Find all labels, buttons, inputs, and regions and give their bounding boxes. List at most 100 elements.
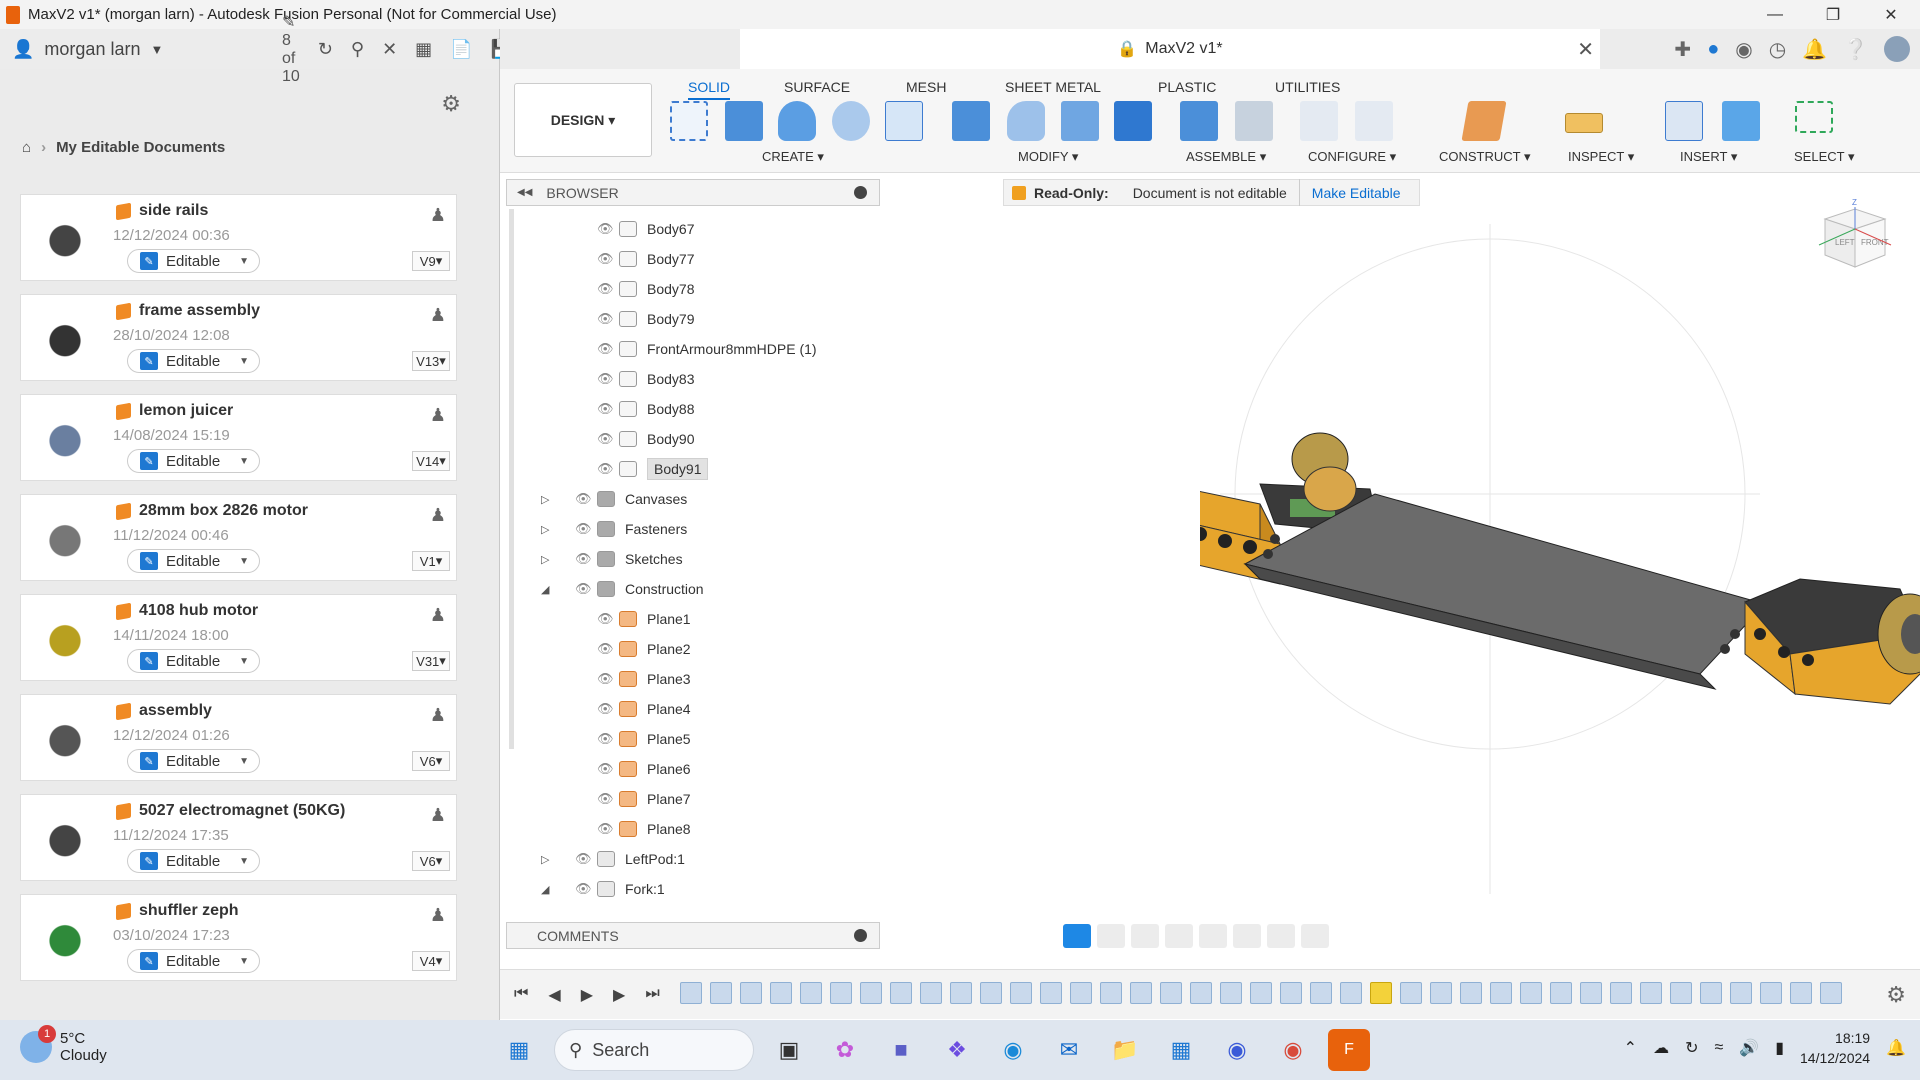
windows-start-icon[interactable]: ▦ bbox=[498, 1029, 540, 1071]
tab-solid[interactable]: SOLID bbox=[688, 79, 731, 100]
viewports-icon[interactable] bbox=[1301, 924, 1329, 948]
browser-scrollbar[interactable] bbox=[509, 209, 514, 749]
timeline-feature[interactable] bbox=[1730, 982, 1752, 1004]
document-thumbnail[interactable] bbox=[25, 305, 105, 370]
tab-utilities[interactable]: UTILITIES bbox=[1275, 79, 1340, 95]
person-icon[interactable]: ♟ bbox=[430, 805, 446, 826]
timeline-feature[interactable] bbox=[1340, 982, 1362, 1004]
orbit-icon[interactable] bbox=[1063, 924, 1091, 948]
parameters-icon[interactable] bbox=[1300, 101, 1338, 141]
editable-dropdown[interactable]: ✎ Editable ▼ bbox=[127, 349, 260, 373]
timeline-feature[interactable] bbox=[1670, 982, 1692, 1004]
close-window-button[interactable]: ✕ bbox=[1862, 0, 1920, 29]
search-icon[interactable]: ⚲ bbox=[351, 39, 364, 60]
timeline-feature[interactable] bbox=[1250, 982, 1272, 1004]
document-thumbnail[interactable] bbox=[25, 405, 105, 470]
visibility-eye-icon[interactable]: 👁 bbox=[575, 881, 597, 897]
timeline-feature[interactable] bbox=[1070, 982, 1092, 1004]
home-icon[interactable]: ⌂ bbox=[22, 139, 31, 156]
browser-folder-item[interactable]: ▷ 👁 Fasteners bbox=[541, 517, 687, 541]
browser-plane-item[interactable]: 👁 Plane1 bbox=[597, 607, 691, 631]
visibility-eye-icon[interactable]: 👁 bbox=[597, 221, 619, 237]
sync-icon[interactable]: ↻ bbox=[1685, 1038, 1698, 1058]
visibility-eye-icon[interactable]: 👁 bbox=[575, 491, 597, 507]
visibility-eye-icon[interactable]: 👁 bbox=[597, 371, 619, 387]
weather-widget[interactable]: 1 5°C Cloudy bbox=[20, 1025, 107, 1064]
version-dropdown[interactable]: V31 ▾ bbox=[412, 651, 450, 671]
visibility-eye-icon[interactable]: 👁 bbox=[597, 641, 619, 657]
minimize-browser-icon[interactable] bbox=[854, 186, 867, 199]
tab-mesh[interactable]: MESH bbox=[906, 79, 946, 95]
visibility-eye-icon[interactable]: 👁 bbox=[575, 851, 597, 867]
browser-component-item[interactable]: ▷ 👁 LeftPod:1 bbox=[541, 847, 685, 871]
user-menu[interactable]: 👤 morgan larn ▼ bbox=[12, 39, 163, 60]
browser-body-item[interactable]: 👁 FrontArmour8mmHDPE (1) bbox=[597, 337, 817, 361]
timeline-feature[interactable] bbox=[1010, 982, 1032, 1004]
visibility-eye-icon[interactable]: 👁 bbox=[597, 761, 619, 777]
go-to-end-icon[interactable]: ⏭ bbox=[645, 985, 659, 1005]
pattern-icon[interactable] bbox=[885, 101, 923, 141]
task-view-icon[interactable]: ▣ bbox=[768, 1029, 810, 1071]
version-dropdown[interactable]: V9 ▾ bbox=[412, 251, 450, 271]
timeline-feature[interactable] bbox=[1160, 982, 1182, 1004]
joint-icon[interactable] bbox=[1235, 101, 1273, 141]
timeline-feature[interactable] bbox=[1820, 982, 1842, 1004]
version-dropdown[interactable]: V1 ▾ bbox=[412, 551, 450, 571]
hole-icon[interactable] bbox=[832, 101, 870, 141]
visibility-eye-icon[interactable]: 👁 bbox=[597, 281, 619, 297]
expand-arrow-icon[interactable]: ▷ bbox=[541, 553, 549, 566]
insert-derive-icon[interactable] bbox=[1665, 101, 1703, 141]
extensions-icon[interactable]: ● bbox=[1707, 38, 1719, 61]
help-icon[interactable]: ❔ bbox=[1843, 37, 1868, 62]
make-editable-link[interactable]: Make Editable bbox=[1312, 185, 1401, 201]
go-to-start-icon[interactable]: ⏮ bbox=[514, 985, 528, 1005]
speaker-icon[interactable]: 🔊 bbox=[1739, 1038, 1759, 1058]
timeline-feature[interactable] bbox=[1640, 982, 1662, 1004]
job-status-icon[interactable]: ◉ bbox=[1735, 37, 1752, 62]
document-name[interactable]: assembly bbox=[139, 702, 212, 720]
configure-table-icon[interactable] bbox=[1355, 101, 1393, 141]
copilot-icon[interactable]: ✿ bbox=[824, 1029, 866, 1071]
expand-arrow-icon[interactable]: ▷ bbox=[541, 493, 549, 506]
gear-icon[interactable]: ⚙ bbox=[441, 91, 461, 117]
timeline-feature[interactable] bbox=[1460, 982, 1482, 1004]
new-component-icon[interactable] bbox=[1180, 101, 1218, 141]
taskbar-search[interactable]: ⚲ Search bbox=[554, 1029, 754, 1071]
browser-body-item[interactable]: 👁 Body91 bbox=[597, 457, 709, 481]
browser-plane-item[interactable]: 👁 Plane2 bbox=[597, 637, 691, 661]
microsoft-store-icon[interactable]: ▦ bbox=[1160, 1029, 1202, 1071]
refresh-icon[interactable]: ↻ bbox=[318, 39, 333, 60]
teams-icon[interactable]: ■ bbox=[880, 1029, 922, 1071]
revolve-icon[interactable] bbox=[778, 101, 816, 141]
avatar[interactable] bbox=[1884, 36, 1910, 62]
document-name[interactable]: 4108 hub motor bbox=[139, 602, 258, 620]
browser-body-item[interactable]: 👁 Body79 bbox=[597, 307, 694, 331]
document-card[interactable]: lemon juicer 14/08/2024 15:19 ✎ Editable ▼ ♟ V… bbox=[20, 394, 457, 481]
file-explorer-icon[interactable]: 📁 bbox=[1104, 1029, 1146, 1071]
timeline-feature[interactable] bbox=[1430, 982, 1452, 1004]
browser-body-item[interactable]: 👁 Body78 bbox=[597, 277, 694, 301]
visibility-eye-icon[interactable]: 👁 bbox=[575, 521, 597, 537]
workspace-switcher[interactable]: DESIGN ▾ bbox=[514, 83, 652, 157]
document-card[interactable]: 4108 hub motor 14/11/2024 18:00 ✎ Editable ▼… bbox=[20, 594, 457, 681]
collapse-browser-icon[interactable]: ◀◀ bbox=[517, 187, 532, 198]
grid-menu-icon[interactable]: ▦ bbox=[415, 39, 432, 60]
wifi-icon[interactable]: ≈ bbox=[1714, 1039, 1723, 1057]
center-plate-model[interactable] bbox=[1243, 493, 1766, 690]
document-card[interactable]: frame assembly 28/10/2024 12:08 ✎ Editable ▼… bbox=[20, 294, 457, 381]
browser-plane-item[interactable]: 👁 Plane6 bbox=[597, 757, 691, 781]
visibility-eye-icon[interactable]: 👁 bbox=[597, 791, 619, 807]
chevron-up-icon[interactable]: ⌃ bbox=[1624, 1038, 1637, 1058]
document-name[interactable]: lemon juicer bbox=[139, 402, 233, 420]
timeline-feature[interactable] bbox=[1700, 982, 1722, 1004]
timeline-feature[interactable] bbox=[1190, 982, 1212, 1004]
version-dropdown[interactable]: V6 ▾ bbox=[412, 751, 450, 771]
visibility-eye-icon[interactable]: 👁 bbox=[597, 251, 619, 267]
document-thumbnail[interactable] bbox=[25, 205, 105, 270]
timeline-feature[interactable] bbox=[980, 982, 1002, 1004]
select-menu[interactable]: SELECT ▾ bbox=[1794, 149, 1854, 165]
construct-menu[interactable]: CONSTRUCT ▾ bbox=[1439, 149, 1531, 165]
add-comment-icon[interactable] bbox=[854, 929, 867, 942]
document-thumbnail[interactable] bbox=[25, 705, 105, 770]
browser-plane-item[interactable]: 👁 Plane7 bbox=[597, 787, 691, 811]
